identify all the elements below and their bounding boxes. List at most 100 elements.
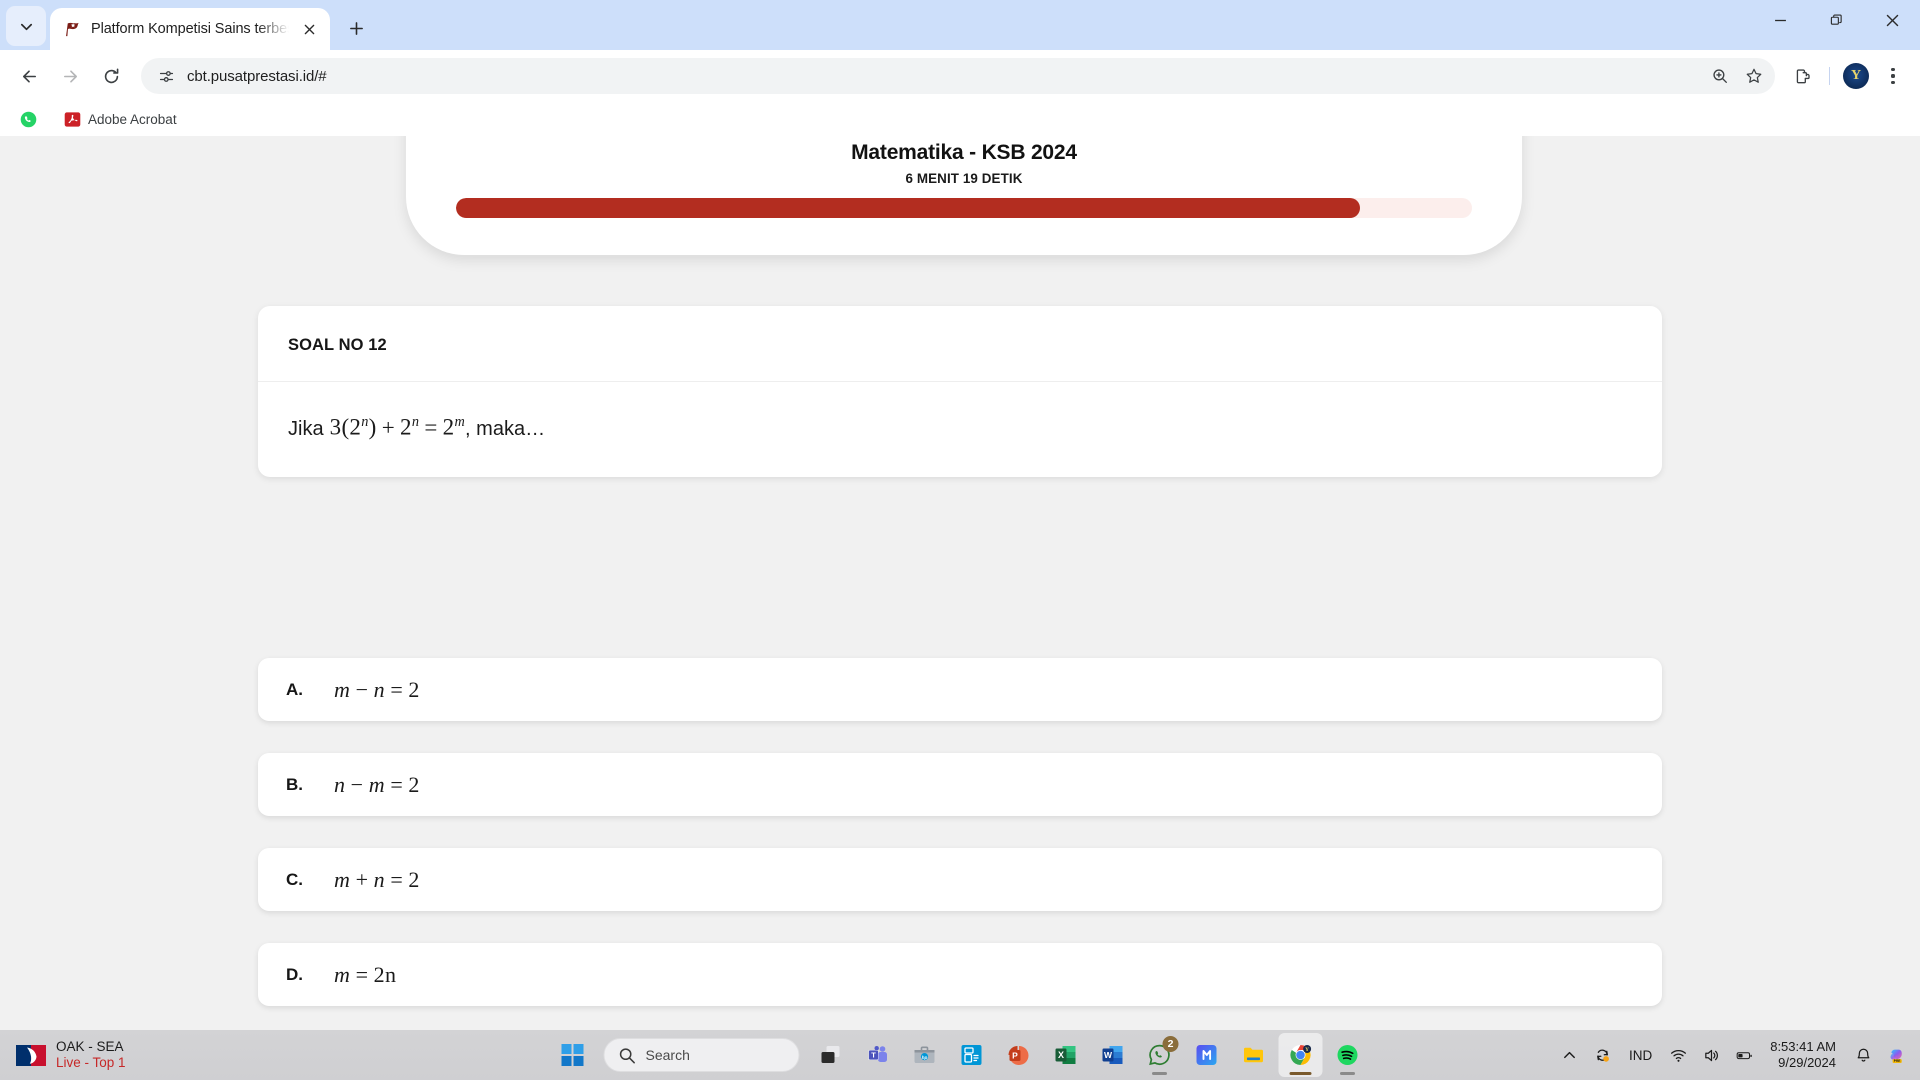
new-tab-button[interactable] xyxy=(338,10,374,46)
hp-printer-icon xyxy=(961,1045,982,1065)
active-indicator xyxy=(1289,1072,1312,1075)
copilot-icon: PRE xyxy=(1890,1049,1902,1063)
profile-avatar[interactable]: Y xyxy=(1843,63,1869,89)
minimize-button[interactable] xyxy=(1752,0,1808,40)
taskbar-app-whatsapp[interactable]: 2 xyxy=(1138,1033,1182,1077)
answer-option[interactable]: C. m + n = 2 xyxy=(258,848,1662,911)
formula-equals: = xyxy=(390,771,404,797)
answer-option[interactable]: A. m − n = 2 xyxy=(258,658,1662,721)
formula-operator: − xyxy=(350,771,364,797)
back-button[interactable] xyxy=(10,57,48,95)
taskbar-app-hp-printer[interactable] xyxy=(950,1033,994,1077)
taskbar-search-box[interactable]: Search xyxy=(603,1038,800,1072)
hp-toolbox-icon: hp xyxy=(914,1046,935,1063)
running-indicator xyxy=(1340,1072,1355,1075)
question-prefix: Jika xyxy=(288,417,324,440)
restore-icon xyxy=(1830,14,1842,25)
taskbar-app-task-view[interactable] xyxy=(809,1033,853,1077)
tab-close-button[interactable] xyxy=(298,18,320,40)
tray-battery-button[interactable] xyxy=(1729,1041,1760,1070)
taskbar-sports-widget[interactable]: OAK - SEA Live - Top 1 xyxy=(0,1039,420,1071)
search-icon xyxy=(619,1047,635,1063)
browser-tab[interactable]: Platform Kompetisi Sains terbes xyxy=(50,8,330,50)
tray-notifications-button[interactable] xyxy=(1848,1041,1879,1070)
svg-text:P: P xyxy=(1012,1050,1018,1060)
sports-widget-status: Live - Top 1 xyxy=(56,1055,126,1070)
tray-wifi-button[interactable] xyxy=(1663,1041,1694,1070)
formula-left-term: n xyxy=(334,771,346,797)
formula-base-3: 2 xyxy=(442,414,455,440)
plus-icon xyxy=(349,21,363,35)
taskbar-search-placeholder: Search xyxy=(645,1047,690,1063)
tray-clock[interactable]: 8:53:41 AM 9/29/2024 xyxy=(1762,1035,1846,1076)
bookmark-whatsapp[interactable] xyxy=(12,107,52,132)
formula-base-2: 2 xyxy=(400,414,412,440)
arrow-left-icon xyxy=(22,69,36,83)
question-number-label: SOAL NO 12 xyxy=(288,336,387,354)
toolbar-divider xyxy=(1829,67,1830,85)
formula-exponent-1: n xyxy=(361,414,369,430)
tray-volume-button[interactable] xyxy=(1696,1041,1727,1070)
formula-value: 2 xyxy=(408,676,420,702)
taskbar-app-spotify[interactable] xyxy=(1326,1033,1370,1077)
address-bar-actions xyxy=(1705,61,1769,91)
close-window-button[interactable] xyxy=(1864,0,1920,40)
answer-option[interactable]: D. m = 2n xyxy=(258,943,1662,1006)
forward-button[interactable] xyxy=(51,57,89,95)
formula-right-term: m xyxy=(368,771,386,797)
answer-option-letter: B. xyxy=(286,774,303,794)
taskbar-app-microsoft-teams[interactable]: T xyxy=(856,1033,900,1077)
formula-equals: = xyxy=(424,414,438,440)
taskbar-app-word[interactable]: W xyxy=(1091,1033,1135,1077)
site-settings-icon[interactable] xyxy=(155,65,177,87)
star-icon xyxy=(1746,68,1762,83)
excel-icon: X xyxy=(1055,1046,1076,1064)
reload-button[interactable] xyxy=(92,57,130,95)
taskbar-app-mega[interactable] xyxy=(1185,1033,1229,1077)
answer-option-formula: m + n = 2 xyxy=(334,867,420,893)
bell-icon xyxy=(1857,1048,1870,1062)
bookmark-button[interactable] xyxy=(1739,61,1769,91)
spotify-icon xyxy=(1337,1045,1358,1065)
formula-value: 2 xyxy=(408,866,420,892)
tray-language-indicator[interactable]: IND xyxy=(1620,1042,1661,1069)
exam-timer: 6 MENIT 19 DETIK xyxy=(905,171,1023,186)
whatsapp-badge: 2 xyxy=(1162,1036,1179,1052)
answer-option[interactable]: B. n − m = 2 xyxy=(258,753,1662,816)
answer-option-formula: n − m = 2 xyxy=(334,772,420,798)
taskbar-app-powerpoint[interactable]: P xyxy=(997,1033,1041,1077)
question-suffix: , maka… xyxy=(465,417,546,440)
tab-favicon-icon xyxy=(63,20,82,39)
taskbar-app-excel[interactable]: X xyxy=(1044,1033,1088,1077)
bookmark-adobe-acrobat[interactable]: Adobe Acrobat xyxy=(56,107,185,132)
tab-search-button[interactable] xyxy=(6,6,46,46)
tray-time: 8:53:41 AM xyxy=(1770,1038,1836,1054)
taskbar-app-hp-support[interactable]: hp xyxy=(903,1033,947,1077)
svg-text:T: T xyxy=(871,1051,876,1060)
formula-operator: + xyxy=(355,866,369,892)
exam-page: Matematika - KSB 2024 6 MENIT 19 DETIK S… xyxy=(0,136,1920,1030)
tray-expand-button[interactable] xyxy=(1554,1041,1585,1070)
window-controls xyxy=(1752,0,1920,50)
question-formula: 3(2n) +2n = 2m xyxy=(324,414,465,441)
sports-widget-teams: OAK - SEA xyxy=(56,1039,124,1055)
exam-progress-fill xyxy=(456,198,1361,218)
powerpoint-icon: P xyxy=(1008,1046,1029,1066)
answer-option-formula: m − n = 2 xyxy=(334,677,420,703)
start-button[interactable] xyxy=(551,1033,595,1077)
copilot-button[interactable]: PRE xyxy=(1881,1041,1912,1070)
chrome-menu-button[interactable] xyxy=(1876,59,1910,93)
taskbar-app-google-chrome[interactable]: Y xyxy=(1278,1033,1323,1077)
zoom-button[interactable] xyxy=(1705,61,1735,91)
formula-equals: = xyxy=(355,961,369,987)
tab-strip: Platform Kompetisi Sains terbes xyxy=(0,0,1920,50)
teams-icon: T xyxy=(868,1046,887,1062)
address-bar[interactable]: cbt.pusatprestasi.id/# xyxy=(141,58,1775,94)
mega-icon xyxy=(1196,1045,1217,1065)
taskbar-app-file-explorer[interactable] xyxy=(1232,1033,1276,1077)
svg-text:W: W xyxy=(1104,1050,1113,1060)
onedrive-sync-icon-button[interactable] xyxy=(1587,1041,1618,1070)
maximize-button[interactable] xyxy=(1808,0,1864,40)
word-icon: W xyxy=(1102,1046,1123,1064)
extensions-button[interactable] xyxy=(1786,59,1820,93)
